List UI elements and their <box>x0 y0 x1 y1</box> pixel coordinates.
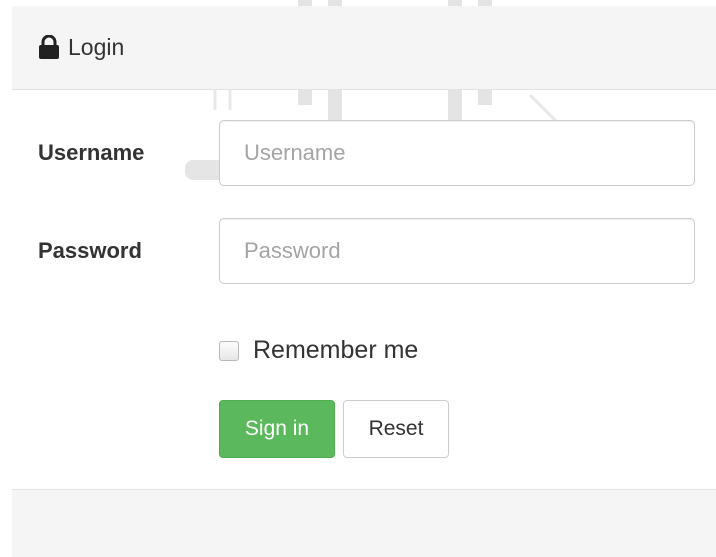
panel-title-label: Login <box>68 33 125 60</box>
panel-footer <box>12 489 716 557</box>
remember-me-checkbox[interactable] <box>219 340 239 361</box>
password-input[interactable] <box>219 218 695 284</box>
panel-heading: Login <box>12 6 716 90</box>
remember-me-label: Remember me <box>253 336 419 364</box>
password-label: Password <box>38 238 142 263</box>
remember-me-row[interactable]: Remember me <box>219 336 418 365</box>
lock-icon <box>39 35 59 59</box>
login-page: Login Username Password Remember me Sign… <box>0 0 716 557</box>
username-input[interactable] <box>219 120 695 186</box>
username-label: Username <box>38 140 145 165</box>
sign-in-button[interactable]: Sign in <box>219 400 335 458</box>
reset-button[interactable]: Reset <box>343 400 449 458</box>
panel-title: Login <box>38 33 124 61</box>
